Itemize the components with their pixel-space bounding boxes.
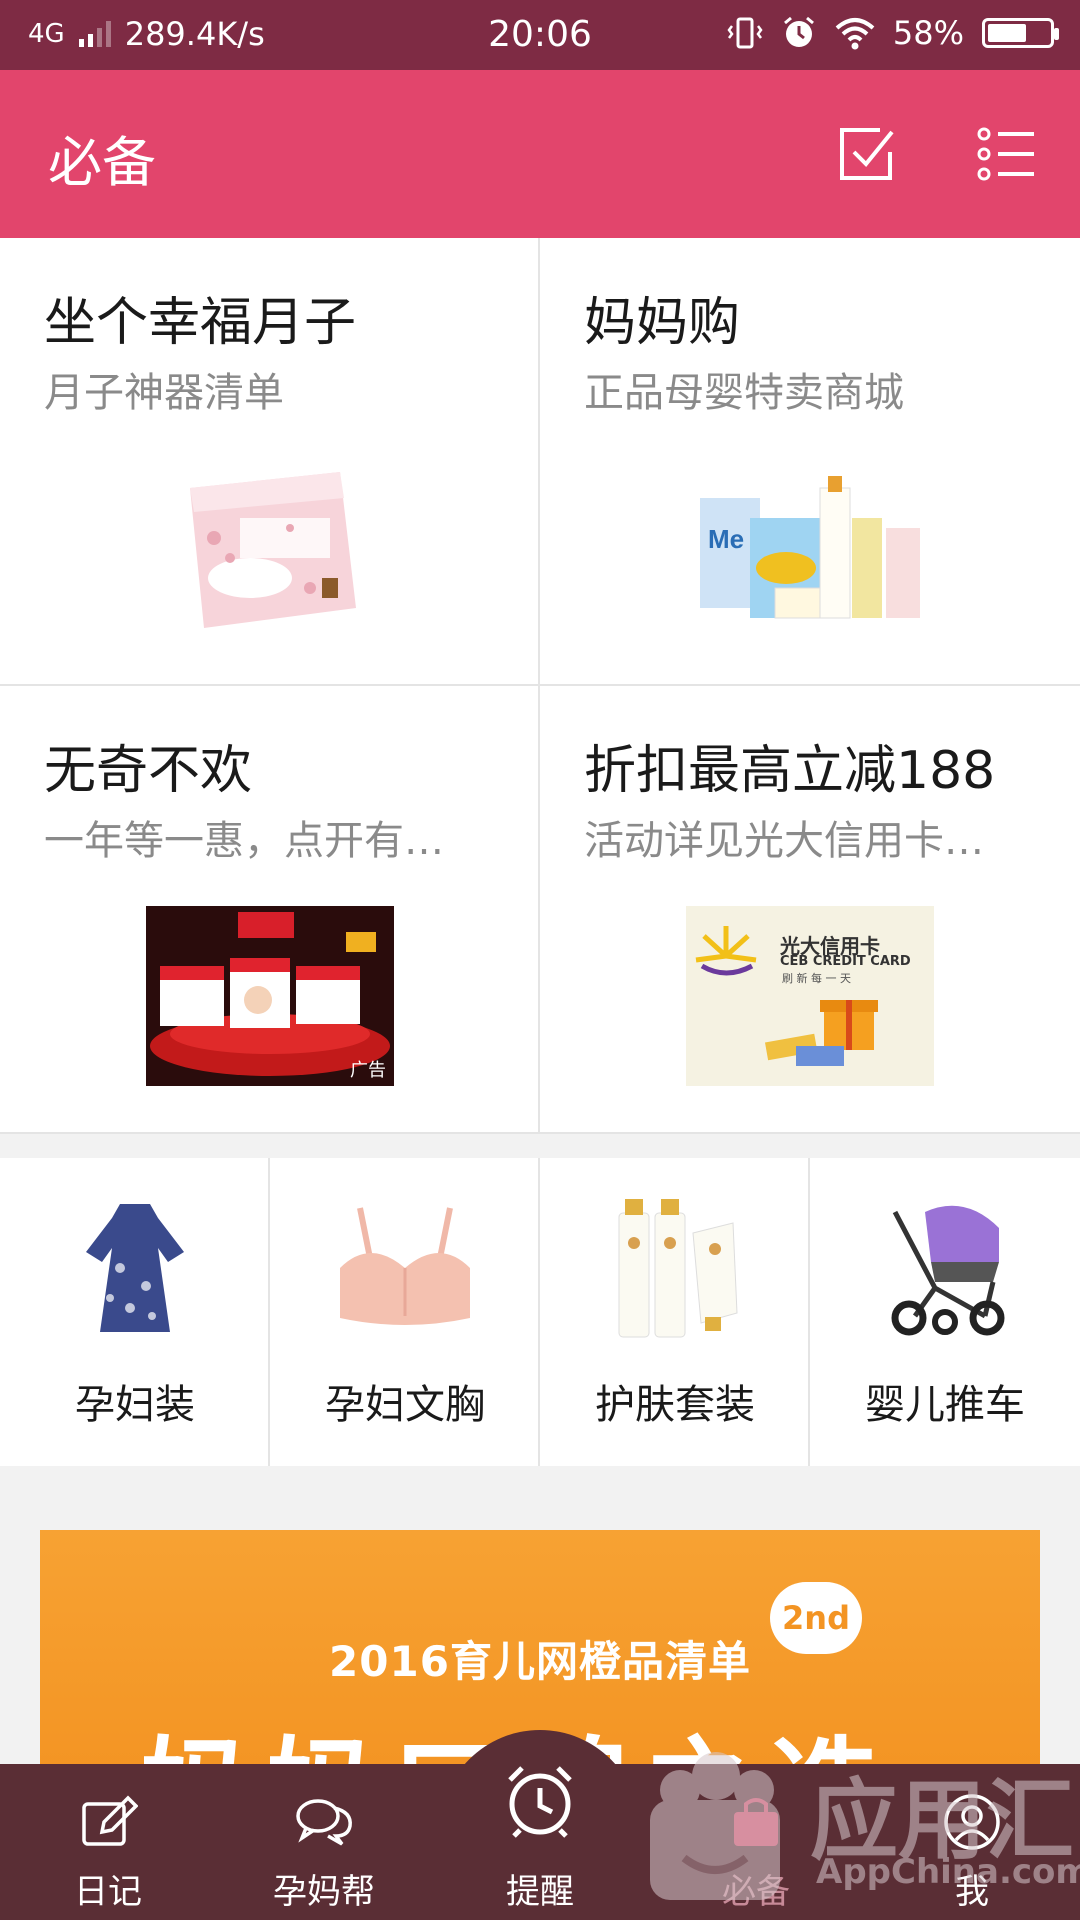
stroller-image bbox=[810, 1188, 1080, 1348]
ad-label: 广告 bbox=[350, 1060, 386, 1081]
nav-label: 提醒 bbox=[506, 1872, 574, 1912]
category-baby-stroller[interactable]: 婴儿推车 bbox=[810, 1158, 1080, 1466]
card-title: 坐个幸福月子 bbox=[44, 293, 357, 353]
card-subtitle: 月子神器清单 bbox=[44, 370, 284, 416]
nav-diary[interactable]: 日记 bbox=[0, 1764, 216, 1920]
nav-label: 孕妈帮 bbox=[273, 1872, 375, 1912]
category-label: 护肤套装 bbox=[595, 1382, 755, 1428]
alarm-icon bbox=[783, 16, 814, 47]
category-label: 孕妇文胸 bbox=[325, 1382, 485, 1428]
nav-label: 我 bbox=[955, 1872, 989, 1912]
card-brand-en: CEB CREDIT CARD bbox=[780, 954, 911, 969]
huggies-promo-image: 广告 bbox=[0, 886, 538, 1106]
feature-card-grid: 坐个幸福月子 月子神器清单 妈妈购 正品母婴特卖商城 Me 无奇不欢 一年等一惠… bbox=[0, 238, 1080, 1134]
card-subtitle: 正品母婴特卖商城 bbox=[584, 370, 904, 416]
nav-community[interactable]: 孕妈帮 bbox=[216, 1764, 432, 1920]
banner-headline: 2016育儿网橙品清单 bbox=[329, 1637, 751, 1686]
category-skincare-set[interactable]: 护肤套装 bbox=[540, 1158, 810, 1466]
category-label: 孕妇装 bbox=[75, 1382, 195, 1428]
pencil-icon bbox=[82, 1795, 138, 1846]
skincare-image bbox=[540, 1188, 810, 1348]
checkbox-icon bbox=[840, 128, 894, 180]
banner-badge: 2nd bbox=[770, 1582, 862, 1654]
card-title: 妈妈购 bbox=[584, 293, 741, 353]
vibrate-icon bbox=[727, 17, 763, 49]
maternity-pad-image bbox=[0, 438, 538, 658]
nav-label: 必备 bbox=[722, 1872, 790, 1912]
card-title: 折扣最高立减188 bbox=[584, 741, 996, 801]
alarm-clock-icon bbox=[508, 1766, 572, 1838]
list-menu-button[interactable] bbox=[974, 122, 1038, 186]
app-bar: 必备 bbox=[0, 70, 1080, 238]
baby-products-image: Me bbox=[540, 438, 1080, 658]
card-subtitle: 一年等一惠，点开有… bbox=[44, 818, 444, 864]
battery-icon bbox=[982, 18, 1059, 48]
ceb-credit-card-image: 光大信用卡 CEB CREDIT CARD 刷 新 每 一 天 bbox=[540, 886, 1080, 1106]
wifi-icon bbox=[835, 18, 875, 50]
nav-label: 日记 bbox=[74, 1872, 142, 1912]
dress-image bbox=[0, 1188, 270, 1348]
card-title: 无奇不欢 bbox=[44, 741, 253, 801]
category-maternity-bra[interactable]: 孕妇文胸 bbox=[270, 1158, 540, 1466]
nav-reminder[interactable]: 提醒 bbox=[432, 1764, 648, 1920]
card-subtitle: 活动详见光大信用卡… bbox=[584, 818, 984, 864]
page-title: 必备 bbox=[48, 131, 156, 194]
chat-bubbles-icon bbox=[296, 1799, 352, 1846]
card-credit-discount[interactable]: 折扣最高立减188 活动详见光大信用卡… 光大信用卡 CEB CREDIT CA… bbox=[540, 686, 1080, 1134]
status-bar: 4G 289.4K/s 20:06 58% bbox=[0, 0, 1080, 70]
card-deals[interactable]: 无奇不欢 一年等一惠，点开有… 广告 bbox=[0, 686, 540, 1134]
category-label: 婴儿推车 bbox=[865, 1382, 1025, 1428]
battery-percent: 58% bbox=[892, 14, 964, 52]
checklist-button[interactable] bbox=[834, 122, 898, 186]
bag-icon bbox=[734, 1798, 778, 1846]
card-postpartum[interactable]: 坐个幸福月子 月子神器清单 bbox=[0, 238, 540, 686]
nav-me[interactable]: 我 bbox=[864, 1764, 1080, 1920]
user-icon bbox=[944, 1794, 1000, 1850]
bra-image bbox=[270, 1188, 540, 1348]
category-row: 孕妇装 孕妇文胸 护肤套装 婴儿推车 bbox=[0, 1158, 1080, 1466]
card-slogan: 刷 新 每 一 天 bbox=[782, 972, 851, 985]
nav-essentials[interactable]: 必备 bbox=[648, 1764, 864, 1920]
category-maternity-dress[interactable]: 孕妇装 bbox=[0, 1158, 270, 1466]
list-icon bbox=[977, 127, 1034, 181]
card-mama-shop[interactable]: 妈妈购 正品母婴特卖商城 Me bbox=[540, 238, 1080, 686]
svg-text:Me: Me bbox=[708, 524, 744, 554]
